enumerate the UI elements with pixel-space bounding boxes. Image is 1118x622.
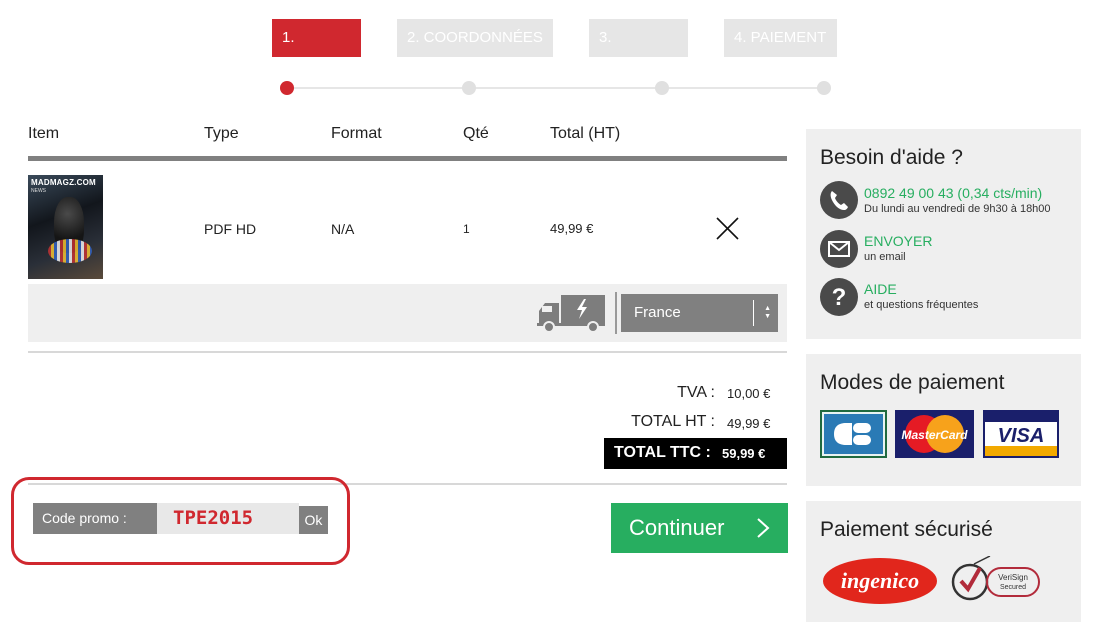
- total-ttc-value: 59,99 €: [722, 446, 766, 461]
- payment-title: Modes de paiement: [820, 371, 1005, 394]
- total-ttc-label: TOTAL TTC :: [614, 444, 711, 461]
- column-header-type: Type: [204, 125, 239, 142]
- email-icon: [820, 230, 858, 268]
- item-type: PDF HD: [204, 221, 257, 237]
- mastercard-logo: MasterCard: [895, 410, 974, 458]
- step-resume[interactable]: 3. RÉSUMÉ: [589, 19, 688, 84]
- step-panier[interactable]: 1. PANIER: [272, 19, 361, 84]
- verisign-text: VeriSign: [998, 573, 1028, 582]
- progress-dot-1: [280, 81, 294, 95]
- verisign-logo: VeriSign Secured: [951, 556, 1040, 601]
- remove-item-icon[interactable]: [715, 216, 740, 241]
- tva-value: 10,00 €: [727, 386, 771, 401]
- continue-label: Continuer: [629, 515, 725, 540]
- cb-card-logo: [820, 410, 887, 458]
- select-arrows-icon: ▲ ▼: [764, 305, 771, 320]
- country-select-value: France: [634, 304, 681, 321]
- column-header-total: Total (HT): [550, 125, 621, 142]
- header-divider: [28, 156, 787, 161]
- help-panel: Besoin d'aide ? 0892 49 00 43 (0,34 cts/…: [806, 129, 1081, 339]
- total-ht-label: TOTAL HT :: [631, 413, 715, 430]
- continue-button[interactable]: Continuer: [611, 503, 788, 553]
- thumbnail-subtitle: NEWS: [31, 188, 46, 194]
- help-faq-link[interactable]: AIDE: [864, 281, 897, 297]
- secure-title: Paiement sécurisé: [820, 518, 993, 541]
- column-header-format: Format: [331, 125, 382, 142]
- progress-dot-4: [817, 81, 831, 95]
- phone-icon: [820, 181, 858, 219]
- progress-line: [287, 87, 824, 89]
- item-quantity: 1: [463, 222, 470, 236]
- progress-dot-2: [462, 81, 476, 95]
- column-header-item: Item: [28, 125, 60, 142]
- step-coordonnees[interactable]: 2. COORDONNÉES: [397, 19, 553, 57]
- visa-text: VISA: [998, 425, 1045, 447]
- help-phone-hours: Du lundi au vendredi de 9h30 à 18h00: [864, 203, 1051, 215]
- help-title: Besoin d'aide ?: [820, 146, 963, 169]
- total-ttc-box: TOTAL TTC : 59,99 €: [604, 438, 787, 469]
- visa-card-logo: VISA: [983, 410, 1059, 458]
- column-header-qty: Qté: [463, 125, 489, 142]
- select-divider: [753, 300, 754, 326]
- item-thumbnail[interactable]: MADMAGZ.COM NEWS: [28, 175, 103, 279]
- shipping-separator: [615, 292, 617, 334]
- thumbnail-necklace: [48, 239, 92, 263]
- ingenico-logo: ingenico: [823, 558, 937, 604]
- verisign-secured-text: Secured: [1000, 584, 1026, 591]
- ingenico-text: ingenico: [841, 568, 919, 593]
- help-email-sub: un email: [864, 251, 906, 263]
- total-ht-value: 49,99 €: [727, 416, 771, 431]
- item-format: N/A: [331, 221, 355, 237]
- svg-text:?: ?: [832, 284, 847, 311]
- delivery-truck-icon: [537, 295, 605, 333]
- help-faq-sub: et questions fréquentes: [864, 299, 979, 311]
- help-email-link[interactable]: ENVOYER: [864, 233, 932, 249]
- thumbnail-title: MADMAGZ.COM: [31, 178, 96, 187]
- promo-label: Code promo :: [33, 503, 165, 534]
- help-phone[interactable]: 0892 49 00 43 (0,34 cts/min): [864, 185, 1042, 201]
- question-icon: ?: [820, 278, 858, 316]
- tva-label: TVA :: [677, 384, 715, 401]
- item-total: 49,99 €: [550, 221, 594, 236]
- step-paiement[interactable]: 4. PAIEMENT: [724, 19, 837, 57]
- country-select[interactable]: France ▲ ▼: [621, 294, 778, 332]
- promo-label-text: Code promo :: [42, 510, 127, 526]
- mastercard-text: MasterCard: [901, 428, 968, 442]
- promo-code-input[interactable]: [157, 503, 299, 534]
- progress-dot-3: [655, 81, 669, 95]
- chevron-right-icon: [757, 518, 770, 538]
- cart-divider: [28, 351, 787, 353]
- promo-ok-button[interactable]: Ok: [299, 506, 328, 534]
